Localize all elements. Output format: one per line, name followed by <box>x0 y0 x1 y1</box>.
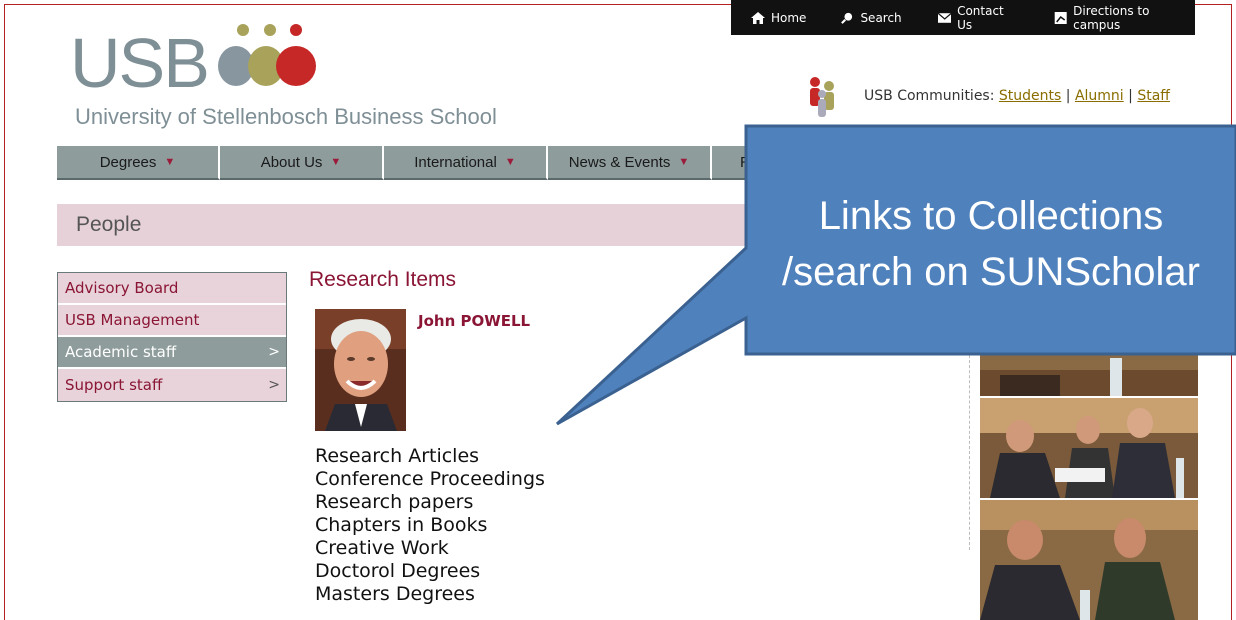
meeting-photo-2 <box>980 398 1198 498</box>
sidemenu-item-support-staff[interactable]: Support staff > <box>58 369 286 401</box>
contact-label: Contact Us <box>957 3 1004 32</box>
students-link[interactable]: Students <box>999 88 1061 104</box>
callout-line-2: /search on SUNScholar <box>782 250 1200 294</box>
nav-degrees[interactable]: Degrees ▼ <box>57 146 220 180</box>
link-conference-proceedings[interactable]: Conference Proceedings <box>315 468 545 491</box>
sidemenu-item-academic-staff[interactable]: Academic staff > <box>58 337 286 369</box>
section-title: People <box>76 213 142 236</box>
sidemenu-label: Advisory Board <box>65 279 179 297</box>
column-divider <box>969 350 970 550</box>
section-header: People <box>57 204 757 246</box>
link-research-articles[interactable]: Research Articles <box>315 445 545 468</box>
nav-international[interactable]: International ▼ <box>384 146 548 180</box>
mail-icon <box>937 12 952 23</box>
main-nav: Degrees ▼ About Us ▼ International ▼ News &… <box>57 146 792 180</box>
chevron-down-icon: ▼ <box>164 156 176 168</box>
nav-news-events[interactable]: News & Events ▼ <box>548 146 712 180</box>
utility-bar: Home Search Contact Us Directions to cam… <box>731 0 1195 35</box>
link-chapters-in-books[interactable]: Chapters in Books <box>315 514 545 537</box>
nav-about-us[interactable]: About Us ▼ <box>220 146 384 180</box>
home-icon <box>751 11 765 24</box>
separator: | <box>1128 88 1133 104</box>
logo-dots-graphic <box>218 24 316 86</box>
sidemenu-label: USB Management <box>65 311 200 329</box>
chevron-down-icon: ▼ <box>504 156 516 168</box>
sidemenu-label: Support staff <box>65 376 163 394</box>
contact-link[interactable]: Contact Us <box>937 3 1020 32</box>
home-label: Home <box>771 10 807 25</box>
directions-link[interactable]: Directions to campus <box>1054 4 1195 32</box>
logo-letters: USB <box>70 24 210 102</box>
search-label: Search <box>860 10 902 25</box>
sidemenu-label: Academic staff <box>65 343 177 361</box>
search-link[interactable]: Search <box>840 10 902 25</box>
chevron-right-icon: > <box>268 377 280 393</box>
nav-label: About Us <box>260 153 323 171</box>
sidemenu-item-usb-management[interactable]: USB Management <box>58 305 286 337</box>
communities-bar: USB Communities: Students | Alumni | Sta… <box>864 88 1170 104</box>
callout-text: Links to Collections /search on SUNSchol… <box>746 188 1236 300</box>
side-menu: Advisory Board USB Management Academic s… <box>57 272 287 402</box>
link-masters-degrees[interactable]: Masters Degrees <box>315 583 545 606</box>
communities-label: USB Communities: <box>864 88 995 104</box>
sidemenu-item-advisory-board[interactable]: Advisory Board <box>58 273 286 305</box>
separator: | <box>1065 88 1071 104</box>
nav-label: News & Events <box>568 153 671 171</box>
logo-subtitle: University of Stellenbosch Business Scho… <box>75 104 497 129</box>
directions-label: Directions to campus <box>1073 3 1150 32</box>
link-research-papers[interactable]: Research papers <box>315 491 545 514</box>
alumni-link[interactable]: Alumni <box>1075 88 1124 104</box>
chevron-down-icon: ▼ <box>330 156 342 168</box>
map-icon <box>1054 11 1067 24</box>
staff-link[interactable]: Staff <box>1137 88 1170 104</box>
person-photo <box>315 309 406 431</box>
nav-label: R <box>740 153 751 171</box>
chevron-down-icon: ▼ <box>678 156 690 168</box>
research-items-title: Research Items <box>309 268 457 291</box>
link-creative-work[interactable]: Creative Work <box>315 537 545 560</box>
search-icon <box>841 12 853 24</box>
communities-icon <box>810 77 834 117</box>
meeting-photo-3 <box>980 500 1198 620</box>
nav-label: Degrees <box>99 153 157 171</box>
research-links-list: Research Articles Conference Proceedings… <box>315 445 545 606</box>
meeting-photo-1 <box>980 350 1198 396</box>
person-name[interactable]: John POWELL <box>418 312 530 330</box>
nav-research[interactable]: R <box>712 146 792 180</box>
home-link[interactable]: Home <box>751 11 806 25</box>
chevron-right-icon: > <box>268 344 280 360</box>
nav-label: International <box>414 153 497 171</box>
link-doctoral-degrees[interactable]: Doctorol Degrees <box>315 560 545 583</box>
callout-line-1: Links to Collections <box>818 194 1164 238</box>
